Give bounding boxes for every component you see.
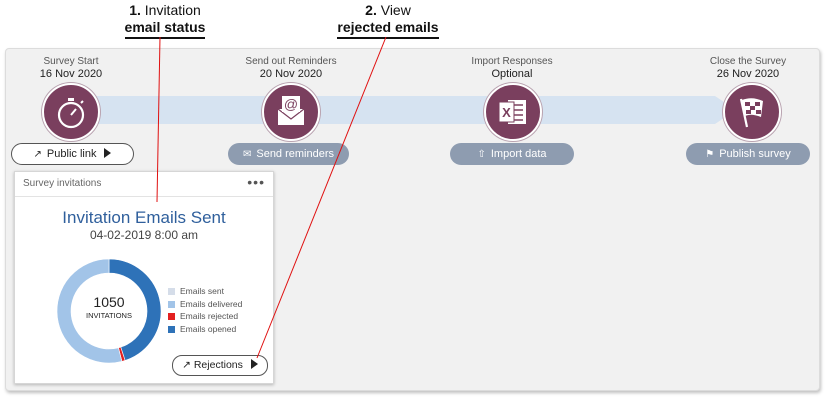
callout-line2: rejected emails (337, 19, 439, 39)
import-responses-circle[interactable]: X (484, 83, 542, 141)
callout-invitation-status: 1. Invitation email status (110, 2, 220, 39)
import-data-label: Import data (490, 148, 547, 160)
donut-legend: Emails sent Emails delivered Emails reje… (168, 285, 242, 335)
envelope-icon: ✉ (242, 149, 252, 160)
public-link-label: Public link (46, 148, 97, 160)
step-survey-start: Survey Start 16 Nov 2020 (0, 56, 146, 81)
svg-text:@: @ (284, 96, 298, 112)
callout-line1: Invitation (144, 2, 201, 18)
excel-icon: X (498, 100, 526, 124)
send-reminders-circle[interactable]: @ (262, 83, 320, 141)
legend-label: Emails delivered (180, 298, 243, 309)
invitation-emails-title: Invitation Emails Sent (62, 208, 226, 227)
legend-swatch (168, 300, 175, 308)
step-import-responses: Import Responses Optional (437, 56, 587, 81)
import-data-button[interactable]: ⇧ Import data (450, 143, 574, 165)
step-date: 16 Nov 2020 (39, 68, 103, 80)
survey-start-circle[interactable] (42, 83, 100, 141)
step-date: 20 Nov 2020 (259, 68, 323, 80)
legend-item: Emails sent (168, 285, 242, 298)
invitations-total: 1050 (93, 294, 124, 310)
callout-line2: email status (124, 19, 206, 39)
flag-icon: ⚑ (705, 149, 715, 160)
legend-swatch (168, 325, 175, 333)
play-arrow-icon (250, 359, 258, 369)
step-title: Import Responses (471, 56, 553, 67)
rejections-button[interactable]: ↗ Rejections (172, 355, 268, 376)
step-title: Close the Survey (709, 56, 787, 67)
rejections-label: Rejections (193, 359, 243, 371)
invitations-total-label: INVITATIONS (86, 311, 132, 320)
publish-survey-label: Publish survey (719, 148, 791, 160)
publish-survey-button[interactable]: ⚑ Publish survey (686, 143, 810, 165)
public-link-button[interactable]: ↗ Public link (11, 143, 134, 165)
step-title: Send out Reminders (245, 56, 337, 67)
close-survey-circle[interactable] (723, 83, 781, 141)
step-title: Survey Start (43, 56, 99, 67)
step-close-survey: Close the Survey 26 Nov 2020 (673, 56, 823, 81)
legend-swatch (168, 313, 175, 320)
callout-rejected-emails: 2. View rejected emails (328, 2, 448, 39)
card-header-title: Survey invitations (23, 178, 102, 189)
invitation-datetime: 04-02-2019 8:00 am (89, 228, 199, 242)
step-send-reminders: Send out Reminders 20 Nov 2020 (216, 56, 366, 81)
play-arrow-icon (104, 148, 112, 158)
send-reminders-button[interactable]: ✉ Send reminders (228, 143, 349, 165)
legend-item: Emails opened (168, 323, 242, 336)
svg-text:X: X (502, 105, 511, 120)
callout-line1: View (380, 2, 411, 18)
card-header: Survey invitations ••• (15, 172, 273, 197)
send-reminders-label: Send reminders (256, 148, 335, 160)
more-options-icon[interactable]: ••• (247, 174, 265, 190)
step-date: Optional (491, 68, 533, 80)
legend-label: Emails sent (180, 286, 224, 296)
invitations-donut-chart: 1050 INVITATIONS (56, 258, 162, 364)
callout-number: 1. (129, 2, 141, 18)
timeline-progress-band (60, 96, 736, 124)
legend-swatch (168, 288, 175, 295)
external-link-icon: ↗ (182, 359, 191, 371)
legend-label: Emails opened (180, 323, 237, 334)
callout-number: 2. (365, 2, 377, 18)
legend-item: Emails delivered (168, 298, 242, 311)
stopwatch-icon (57, 98, 85, 129)
legend-label: Emails rejected (180, 311, 239, 321)
survey-invitations-card: Survey invitations ••• Invitation Emails… (14, 171, 274, 384)
legend-item: Emails rejected (168, 310, 242, 323)
upload-icon: ⇧ (477, 149, 486, 160)
checkered-flag-icon (739, 98, 763, 128)
step-date: 26 Nov 2020 (716, 68, 780, 80)
email-envelope-icon: @ (277, 96, 305, 125)
external-link-icon: ↗ (33, 149, 42, 160)
